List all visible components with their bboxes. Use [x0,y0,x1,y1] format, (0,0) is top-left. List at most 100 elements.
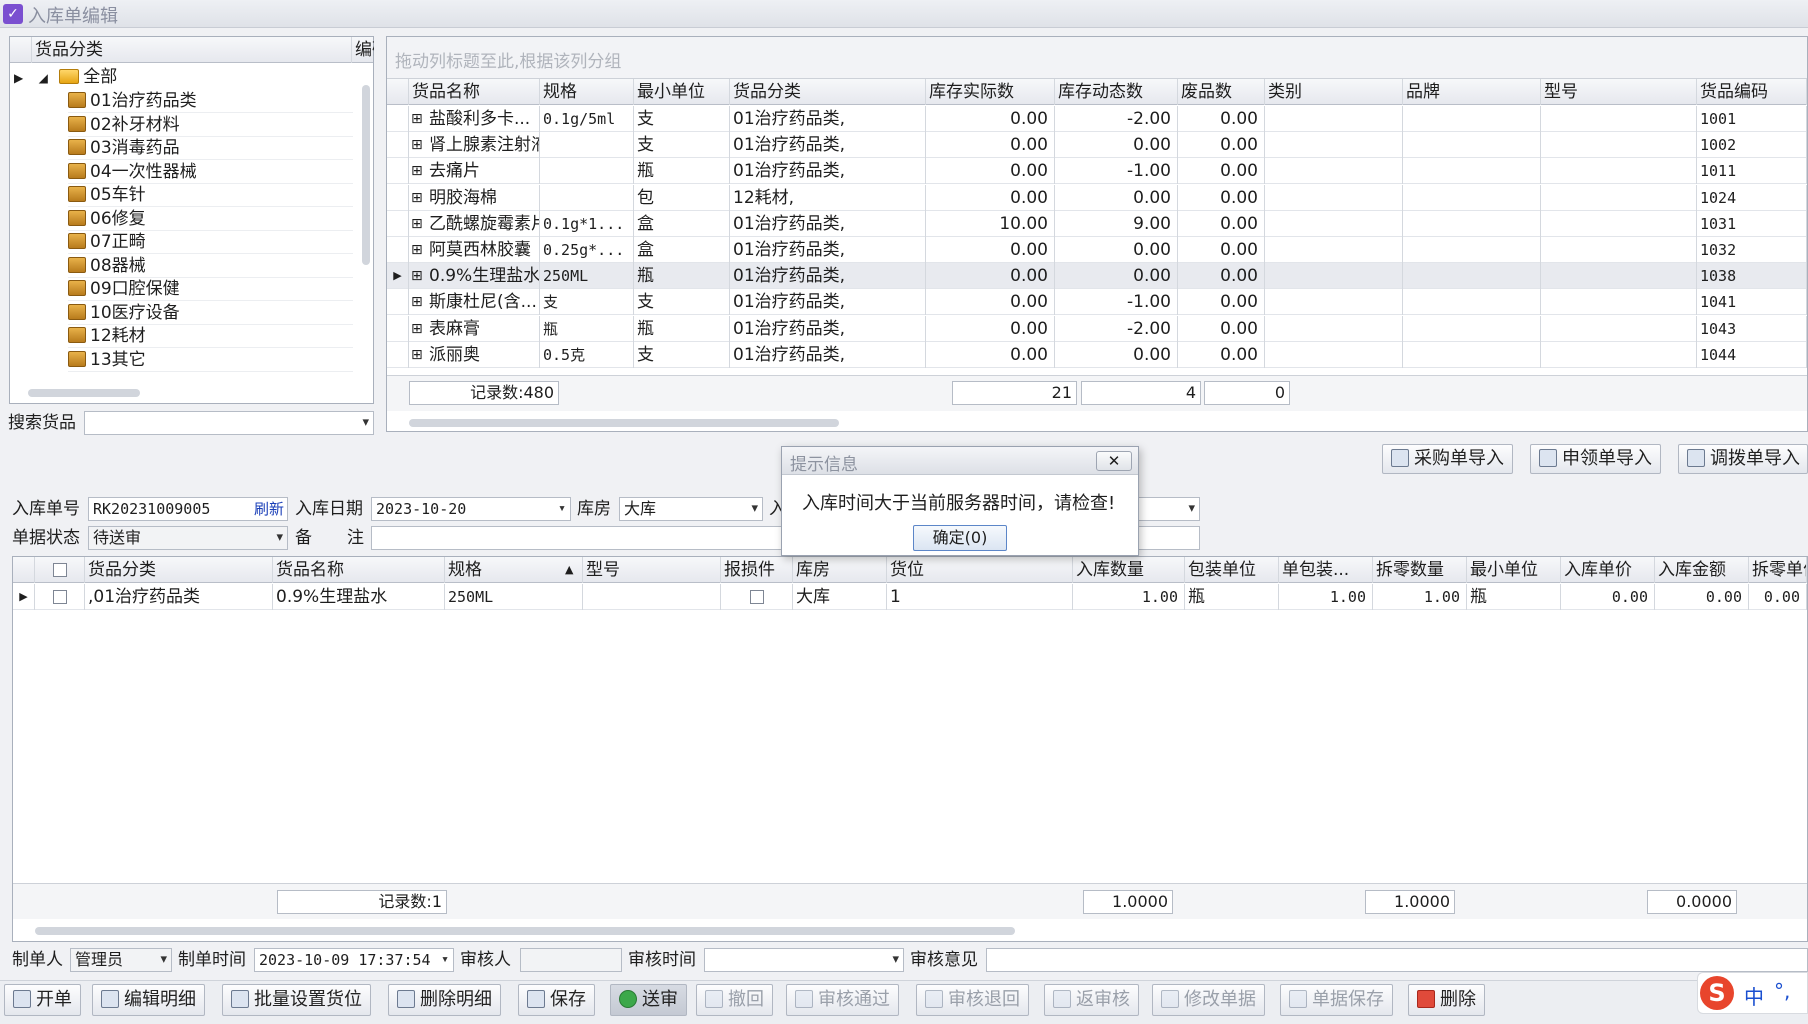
tree-item[interactable]: 01治疗药品类 [68,89,353,113]
detail-col-header[interactable]: 货位 [887,557,1073,583]
requisition-import-button[interactable]: 申领单导入 [1530,444,1661,474]
ime-indicator[interactable]: S 中 °, [1697,972,1808,1014]
refresh-link[interactable]: 刷新 [254,498,284,520]
detail-col-header[interactable]: 单包装... [1279,557,1373,583]
detail-col-header[interactable]: 入库单价 [1561,557,1655,583]
purchase-import-button[interactable]: 采购单导入 [1382,444,1513,474]
detail-col-header[interactable]: 规格 [445,557,583,583]
delete-detail-button[interactable]: 删除明细 [388,984,501,1016]
expand-icon[interactable]: ⊞ [411,342,423,368]
damaged-checkbox[interactable] [721,584,793,610]
select-all-checkbox[interactable] [35,557,85,583]
tree-header-category[interactable]: 货品分类 [32,37,352,63]
submit-button[interactable]: 送审 [610,984,687,1016]
grid-hscroll[interactable] [409,419,839,427]
tree-root[interactable]: ▶ ◢ 全部 [14,65,354,89]
grid-col-header[interactable]: 类别 [1265,79,1403,105]
audit-time-field[interactable] [704,948,904,972]
grid-col-header[interactable]: 废品数 [1178,79,1265,105]
approve-button[interactable]: 审核通过 [786,984,899,1016]
edit-detail-button[interactable]: 编辑明细 [92,984,205,1016]
table-row[interactable]: 阿莫西林胶囊 ⊞ 0.25g*... 盒 01治疗药品类, 0.00 0.00 0.00 103… [387,237,1807,263]
grid-col-header[interactable]: 库存动态数 [1055,79,1178,105]
grid-col-header[interactable]: 货品编码 [1697,79,1807,105]
warehouse-select[interactable]: 大库 [619,497,763,521]
expand-icon[interactable]: ⊞ [411,211,423,237]
grid-col-header[interactable]: 品牌 [1403,79,1541,105]
detail-col-header[interactable]: 拆零数量 [1373,557,1467,583]
search-input[interactable] [84,411,374,435]
detail-col-header[interactable]: 库房 [793,557,887,583]
tree-item[interactable]: 07正畸 [68,230,353,254]
tree-item[interactable]: 08器械 [68,254,353,278]
detail-col-header[interactable]: 拆零单价 [1749,557,1807,583]
order-save-button[interactable]: 单据保存 [1280,984,1393,1016]
withdraw-button[interactable]: 撤回 [696,984,773,1016]
expand-icon[interactable]: ⊞ [411,158,423,184]
grid-col-header[interactable]: 库存实际数 [926,79,1055,105]
table-row[interactable]: 去痛片 ⊞ 瓶 01治疗药品类, 0.00 -1.00 0.00 1011 [387,158,1807,185]
audit-opinion-field[interactable] [986,948,1808,972]
tree-item[interactable]: 10医疗设备 [68,301,353,325]
batch-location-button[interactable]: 批量设置货位 [222,984,371,1016]
reject-button[interactable]: 审核退回 [916,984,1029,1016]
tree-item[interactable]: 02补牙材料 [68,113,353,137]
modify-order-button[interactable]: 修改单据 [1152,984,1265,1016]
grid-col-header[interactable]: 型号 [1541,79,1697,105]
expand-icon[interactable]: ⊞ [411,132,423,158]
table-row[interactable]: ▶ 0.9%生理盐水 ⊞ 250ML 瓶 01治疗药品类, 0.00 0.00 0.00 1038 [387,263,1807,290]
grid-col-header[interactable]: 最小单位 [634,79,730,105]
save-button[interactable]: 保存 [518,984,595,1016]
tree-item[interactable]: 06修复 [68,207,353,231]
date-field[interactable]: 2023-10-20 [371,497,571,521]
tree-item[interactable]: 03消毒药品 [68,136,353,160]
tree-vscroll[interactable] [360,67,372,407]
detail-col-header[interactable]: 型号 [583,557,721,583]
detail-col-header[interactable]: 入库金额 [1655,557,1749,583]
detail-col-header[interactable]: 货品分类 [85,557,273,583]
table-row[interactable]: 表麻膏 ⊞ 瓶瓶 01治疗药品类, 0.00 -2.00 0.00 1043 [387,315,1807,342]
transfer-import-button[interactable]: 调拨单导入 [1678,444,1808,474]
table-row[interactable]: 乙酰螺旋霉素片 ⊞ 0.1g*1... 盒 01治疗药品类, 10.00 9.00 0.00 1… [387,210,1807,237]
grid-col-header[interactable]: 货品分类 [730,79,926,105]
grid-col-header[interactable]: 货品名称 [409,79,540,105]
table-row[interactable]: 明胶海棉 ⊞ 包 12耗材, 0.00 0.00 0.00 1024 [387,184,1807,211]
dialog-ok-button[interactable]: 确定(0) [913,525,1007,551]
collapse-icon[interactable]: ◢ [39,71,48,85]
table-row[interactable]: 斯康杜尼(含... ⊞ 支支 01治疗药品类, 0.00 -1.00 0.00 1041 [387,289,1807,316]
detail-col-header[interactable]: 入库数量 [1073,557,1185,583]
table-row[interactable]: 肾上腺素注射液 ⊞ 支 01治疗药品类, 0.00 0.00 0.00 1002 [387,132,1807,159]
table-cell: 0.00 [1055,237,1178,263]
expand-icon[interactable]: ⊞ [411,316,423,342]
row-checkbox[interactable] [35,584,85,610]
tree-item[interactable]: 05车针 [68,183,353,207]
book-icon [68,115,86,132]
order-no-field[interactable]: RK20231009005 刷新 [88,497,288,521]
detail-hscroll[interactable] [35,927,1015,935]
expand-icon[interactable]: ⊞ [411,185,423,211]
detail-row[interactable]: ▶ ,01治疗药品类 0.9%生理盐水 250ML 大库 1 1.00 瓶 1.00 1.00 瓶 0… [13,584,1807,610]
tree-header-code[interactable]: 编码 [352,37,374,63]
dialog-close-button[interactable]: ✕ [1096,451,1132,471]
tree-item[interactable]: 09口腔保健 [68,277,353,301]
tree-item[interactable]: 13其它 [68,348,353,372]
detail-col-header[interactable]: 货品名称 [273,557,445,583]
new-order-button[interactable]: 开单 [4,984,81,1016]
hidden-select[interactable] [1136,497,1200,521]
tree-item[interactable]: 04一次性器械 [68,160,353,184]
table-row[interactable]: 盐酸利多卡... ⊞ 0.1g/5ml 支 01治疗药品类, 0.00 -2.00 0.00 1… [387,106,1807,132]
detail-col-header[interactable]: 包装单位 [1185,557,1279,583]
grid-col-header[interactable]: 规格 [540,79,634,105]
tree-item[interactable]: 12耗材 [68,324,353,348]
expand-icon[interactable]: ⊞ [411,263,423,289]
expand-icon[interactable]: ⊞ [411,289,423,315]
expand-icon[interactable]: ⊞ [411,106,423,132]
make-time-field[interactable]: 2023-10-09 17:37:54 [254,948,454,972]
detail-col-header[interactable]: 报损件 [721,557,793,583]
tree-hscroll[interactable] [28,389,140,397]
detail-col-header[interactable]: 最小单位 [1467,557,1561,583]
expand-icon[interactable]: ⊞ [411,237,423,263]
table-row[interactable]: 派丽奥 ⊞ 0.5克支 01治疗药品类, 0.00 0.00 0.00 1044 [387,341,1807,368]
delete-button[interactable]: 删除 [1408,984,1485,1016]
reaudit-button[interactable]: 返审核 [1044,984,1139,1016]
